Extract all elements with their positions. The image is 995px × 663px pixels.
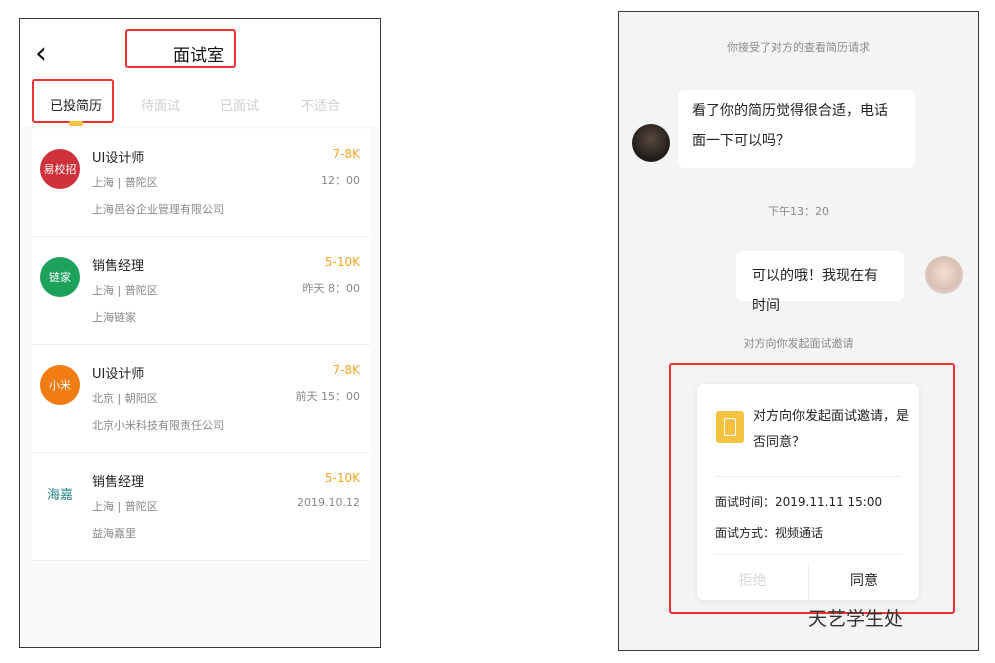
tab-submitted[interactable]: 已投简历 — [50, 95, 102, 114]
job-row[interactable]: 易校招 UI设计师 7-8K 上海 | 普陀区 12：00 上海邑谷企业管理有限… — [32, 129, 370, 237]
job-salary: 5-10K — [324, 255, 360, 269]
job-location: 上海 | 普陀区 — [92, 284, 158, 297]
tab-bar: 已投简历 待面试 已面试 不适合 — [20, 89, 380, 119]
right-phone-screen: 你接受了对方的查看简历请求 看了你的简历觉得很合适，电话面一下可以吗？ 下午13… — [618, 11, 979, 651]
job-title: UI设计师 — [92, 367, 145, 382]
reject-button[interactable]: 拒绝 — [697, 562, 808, 600]
job-time: 昨天 8：00 — [302, 282, 361, 295]
row-divider — [32, 560, 370, 561]
page-title: 面试室 — [173, 46, 224, 66]
job-salary: 7-8K — [332, 147, 360, 161]
job-time: 12：00 — [321, 174, 360, 187]
company-logo: 链家 — [40, 257, 80, 297]
card-divider — [715, 554, 901, 555]
job-company: 北京小米科技有限责任公司 — [92, 419, 224, 432]
invite-question: 对方向你发起面试邀请，是否同意？ — [753, 409, 910, 450]
tab-pending-interview[interactable]: 待面试 — [141, 95, 180, 114]
incoming-message-bubble: 看了你的简历觉得很合适，电话面一下可以吗？ — [678, 90, 915, 168]
job-time: 前天 15：00 — [295, 390, 361, 403]
left-phone-screen: ‹ 面试室 已投简历 待面试 已面试 不适合 易校招 UI设计师 7-8K 上海… — [19, 18, 381, 648]
interview-invite-card: 对方向你发起面试邀请，是否同意？ 面试时间：2019.11.11 15:00 面… — [697, 384, 919, 600]
job-salary: 7-8K — [332, 363, 360, 377]
recruiter-avatar[interactable] — [632, 124, 670, 162]
job-location: 北京 | 朝阳区 — [92, 392, 158, 405]
job-title: 销售经理 — [92, 259, 145, 274]
system-message: 你接受了对方的查看简历请求 — [727, 41, 870, 54]
job-row[interactable]: 海嘉 销售经理 5-10K 上海 | 普陀区 2019.10.12 益海嘉里 — [32, 453, 370, 561]
outgoing-message-bubble: 可以的哦！我现在有时间 — [736, 251, 904, 314]
tab-interviewed[interactable]: 已面试 — [220, 95, 259, 114]
card-divider — [715, 476, 901, 477]
interview-method: 面试方式：视频通话 — [715, 526, 824, 540]
job-time: 2019.10.12 — [297, 496, 360, 509]
accept-button[interactable]: 同意 — [808, 562, 919, 600]
back-chevron-icon[interactable]: ‹ — [35, 39, 57, 69]
job-title: UI设计师 — [92, 151, 145, 166]
company-logo: 海嘉 — [40, 473, 80, 513]
interview-time: 面试时间：2019.11.11 15:00 — [715, 495, 883, 509]
phone-icon — [716, 411, 744, 443]
user-avatar[interactable] — [925, 256, 963, 294]
job-salary: 5-10K — [324, 471, 360, 485]
job-location: 上海 | 普陀区 — [92, 500, 158, 513]
job-row[interactable]: 小米 UI设计师 7-8K 北京 | 朝阳区 前天 15：00 北京小米科技有限… — [32, 345, 370, 453]
job-location: 上海 | 普陀区 — [92, 176, 158, 189]
message-timestamp: 下午13：20 — [768, 205, 829, 218]
company-logo: 小米 — [40, 365, 80, 405]
job-title: 销售经理 — [92, 475, 145, 490]
job-company: 益海嘉里 — [92, 527, 136, 540]
company-logo: 易校招 — [40, 149, 80, 189]
job-company: 上海链家 — [92, 311, 136, 324]
watermark: 天艺学生处 — [808, 608, 904, 630]
job-company: 上海邑谷企业管理有限公司 — [92, 203, 224, 216]
tab-unsuitable[interactable]: 不适合 — [301, 95, 340, 114]
system-message: 对方向你发起面试邀请 — [743, 337, 854, 350]
job-row[interactable]: 链家 销售经理 5-10K 上海 | 普陀区 昨天 8：00 上海链家 — [32, 237, 370, 345]
